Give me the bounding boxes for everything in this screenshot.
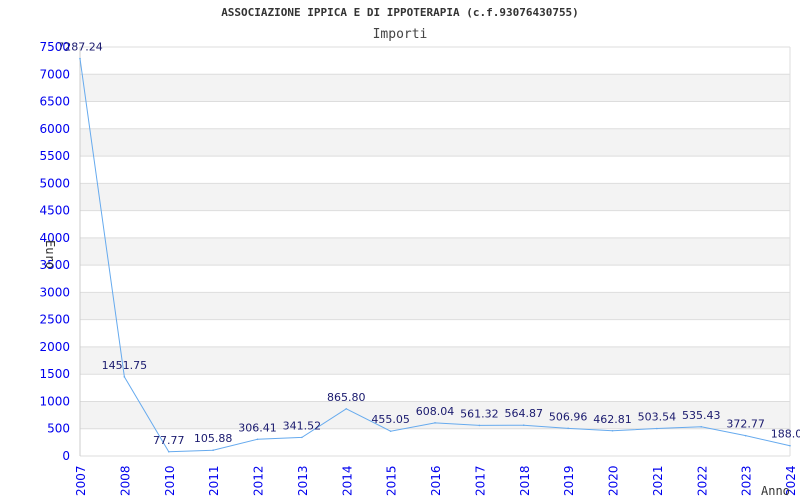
grid-band: [80, 183, 790, 211]
data-label: 105.88: [194, 432, 233, 445]
data-point: [434, 422, 436, 424]
data-point: [123, 376, 126, 378]
data-point: [744, 434, 747, 437]
data-label: 462.81: [593, 413, 632, 426]
data-label: 306.41: [238, 421, 277, 434]
y-tick-label: 3000: [39, 285, 70, 299]
x-tick-label: 2019: [562, 465, 576, 496]
data-point: [611, 429, 614, 432]
data-label: 77.77: [153, 434, 185, 447]
x-tick-label: 2018: [518, 465, 532, 496]
data-point: [301, 436, 303, 439]
grid-band: [80, 346, 790, 375]
data-label: 372.77: [726, 418, 765, 431]
grid-band: [80, 292, 790, 320]
data-point: [345, 407, 348, 410]
data-point: [700, 426, 703, 428]
grid-band: [80, 237, 790, 266]
x-tick-label: 2016: [429, 465, 443, 496]
data-point: [522, 424, 525, 426]
y-tick-label: 5000: [39, 176, 70, 190]
data-point: [567, 427, 569, 430]
data-label: 564.87: [505, 407, 544, 420]
y-tick-label: 500: [47, 422, 70, 436]
data-label: 535.43: [682, 409, 721, 422]
x-tick-label: 2012: [252, 465, 266, 496]
x-tick-label: 2014: [340, 465, 354, 496]
data-label: 1451.75: [102, 359, 148, 372]
data-label: 608.04: [416, 405, 455, 418]
data-label: 188.00: [771, 428, 800, 441]
y-tick-label: 4500: [39, 204, 70, 218]
data-point: [789, 444, 791, 447]
chart-subtitle: Importi: [373, 27, 428, 42]
data-label: 506.96: [549, 410, 588, 423]
data-label: 341.52: [283, 419, 322, 432]
data-point: [167, 450, 170, 453]
grid-band: [80, 74, 790, 102]
data-label: 7287.24: [57, 41, 103, 54]
x-tick-label: 2011: [207, 465, 221, 496]
x-tick-label: 2022: [695, 465, 709, 496]
data-point: [256, 438, 259, 441]
grid-band: [80, 128, 790, 157]
data-point: [79, 57, 81, 60]
x-tick-label: 2015: [385, 465, 399, 496]
x-tick-label: 2010: [163, 465, 177, 496]
x-tick-label: 2023: [740, 465, 754, 496]
y-tick-label: 1500: [39, 367, 70, 381]
x-tick-label: 2007: [74, 465, 88, 496]
y-tick-label: 0: [62, 449, 70, 463]
data-label: 503.54: [638, 411, 677, 424]
data-point: [478, 424, 481, 427]
x-tick-label: 2020: [607, 465, 621, 496]
y-tick-label: 1000: [39, 394, 70, 408]
chart-title: ASSOCIAZIONE IPPICA E DI IPPOTERAPIA (c.…: [221, 6, 579, 19]
line-chart: ASSOCIAZIONE IPPICA E DI IPPOTERAPIA (c.…: [39, 6, 800, 498]
y-tick-label: 6500: [39, 95, 70, 109]
chart: ASSOCIAZIONE IPPICA E DI IPPOTERAPIA (c.…: [0, 0, 800, 500]
data-point: [212, 449, 214, 452]
x-tick-label: 2013: [296, 465, 310, 496]
x-tick-label: 2008: [118, 465, 132, 496]
data-point: [389, 430, 392, 432]
y-tick-label: 7000: [39, 67, 70, 81]
x-tick-label: 2017: [473, 465, 487, 496]
y-axis-label: Euro: [43, 240, 57, 269]
y-tick-label: 5500: [39, 149, 70, 163]
y-tick-label: 6000: [39, 122, 70, 136]
data-point: [656, 427, 658, 430]
y-tick-label: 2500: [39, 313, 70, 327]
x-axis-label: Anno: [761, 484, 790, 498]
x-tick-label: 2021: [651, 465, 665, 496]
data-label: 561.32: [460, 407, 499, 420]
data-label: 455.05: [371, 413, 410, 426]
data-label: 865.80: [327, 391, 366, 404]
y-tick-label: 2000: [39, 340, 70, 354]
